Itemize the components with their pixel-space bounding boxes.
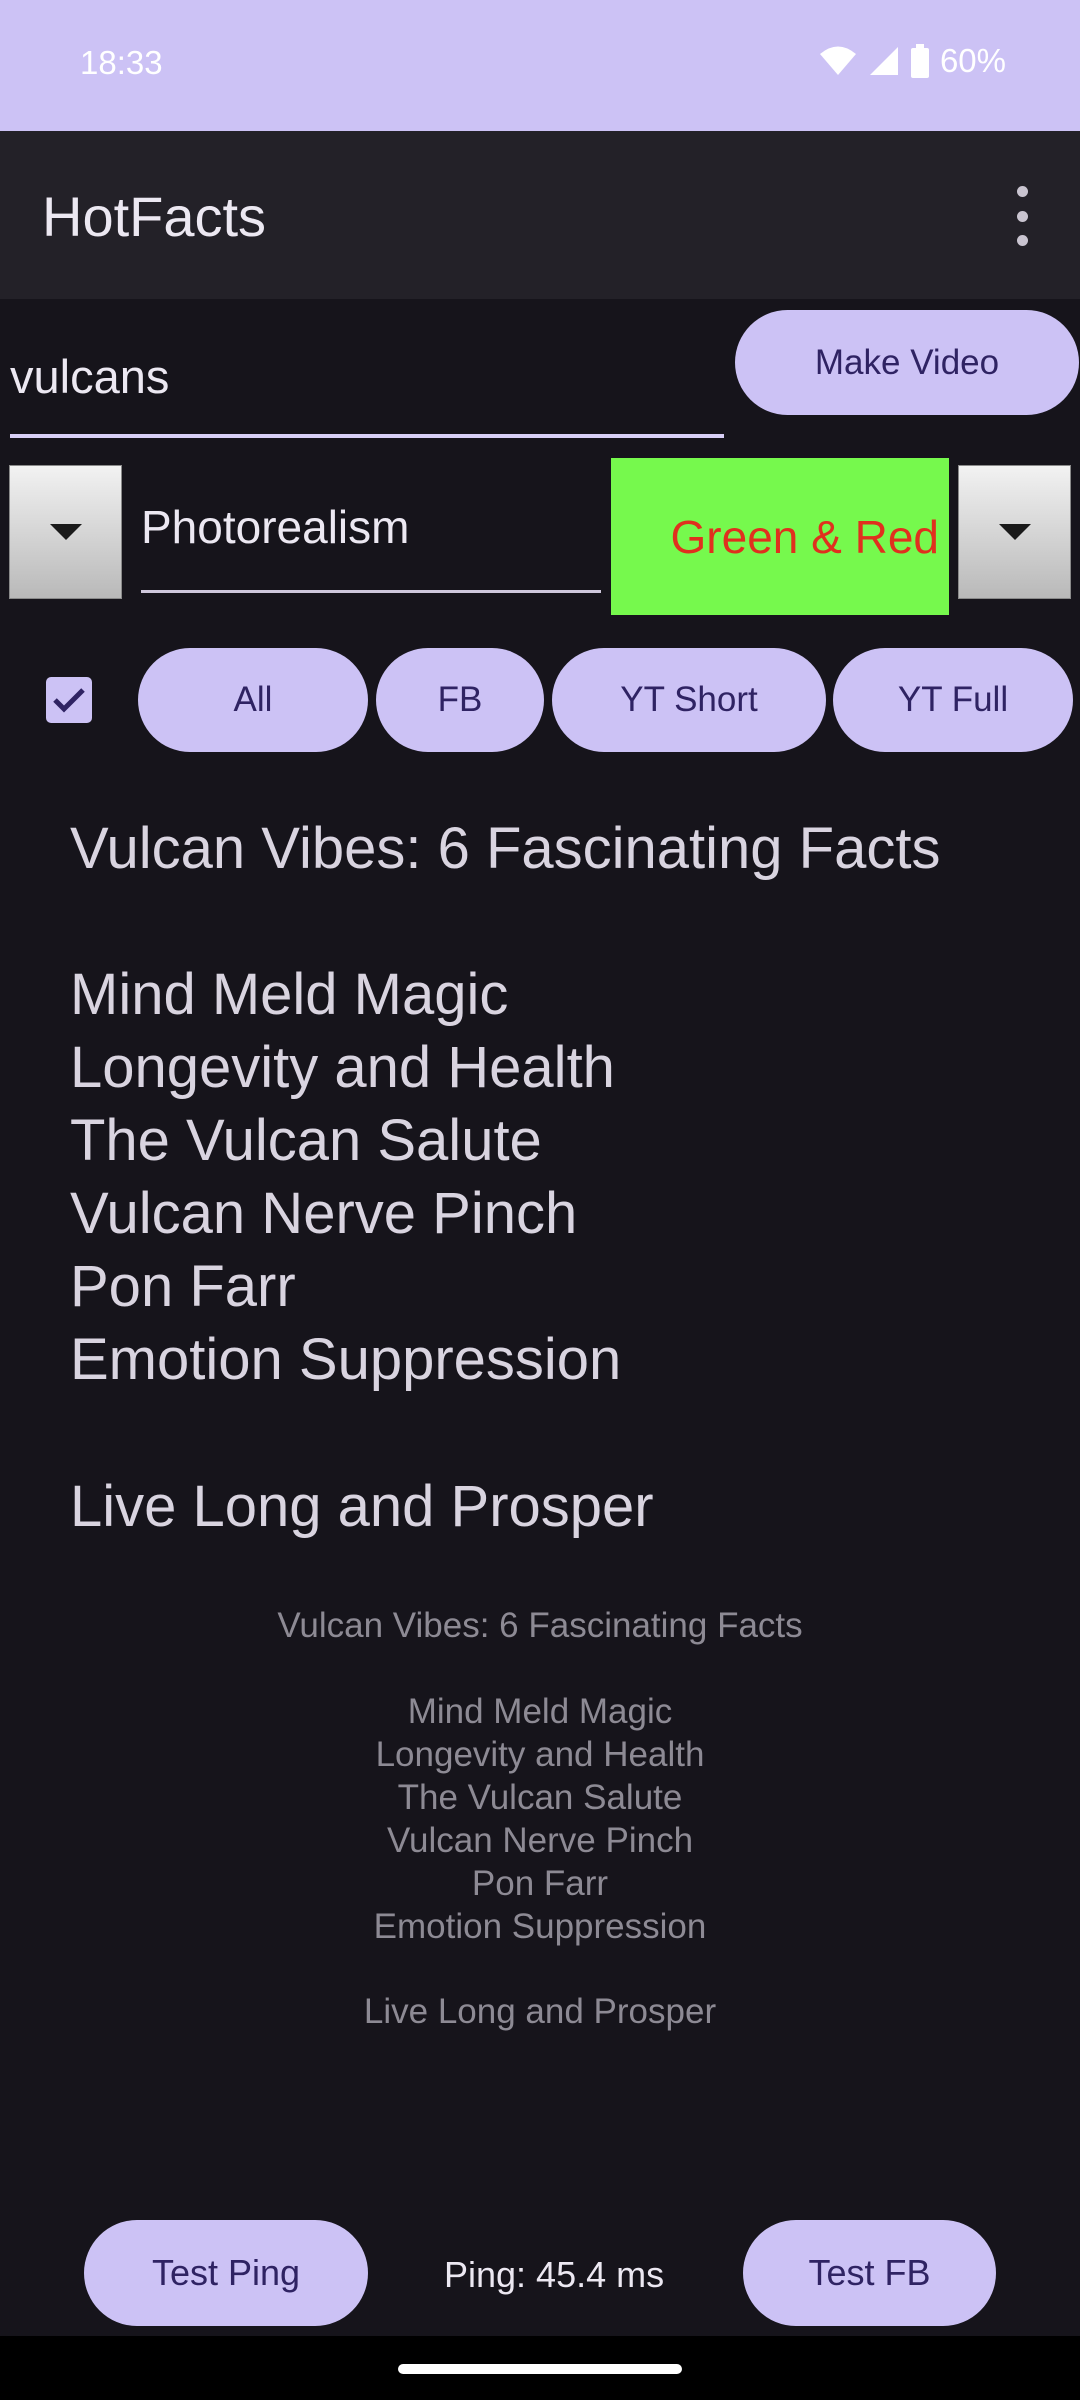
filter-yt-full-button[interactable]: YT Full: [833, 648, 1073, 752]
script-fact: Pon Farr: [70, 1254, 296, 1319]
ping-result: Ping: 45.4 ms: [444, 2254, 665, 2295]
style-field[interactable]: Photorealism: [141, 500, 601, 572]
preview-fact: Pon Farr: [471, 1864, 609, 1903]
preview-fact: The Vulcan Salute: [397, 1778, 683, 1817]
script-fact: Vulcan Nerve Pinch: [70, 1181, 578, 1246]
script-title: Vulcan Vibes: 6 Fascinating Facts: [70, 816, 941, 881]
chevron-down-icon: [998, 524, 1031, 540]
script-fact: Mind Meld Magic: [70, 962, 509, 1027]
status-time: 18:33: [80, 44, 163, 81]
battery-percent: 60%: [939, 42, 1006, 79]
preview-fact: Longevity and Health: [375, 1735, 705, 1774]
signal-icon: [869, 47, 898, 75]
filter-fb-button[interactable]: FB: [376, 648, 544, 752]
script-fact: Emotion Suppression: [70, 1327, 622, 1392]
color-dropdown-button[interactable]: [958, 465, 1071, 599]
check-icon: [53, 688, 85, 713]
color-scheme-display[interactable]: Green & Red: [611, 458, 949, 615]
platform-checkbox[interactable]: [46, 677, 92, 723]
script-facts-list: Mind Meld Magic Longevity and Health The…: [70, 958, 621, 1396]
topic-input-underline: [10, 434, 724, 438]
preview-facts-list: Mind Meld Magic Longevity and Health The…: [0, 1690, 1080, 1948]
test-fb-button[interactable]: Test FB: [743, 2220, 996, 2326]
preview-title: Vulcan Vibes: 6 Fascinating Facts: [277, 1606, 803, 1645]
script-fact: The Vulcan Salute: [70, 1108, 542, 1173]
home-gesture-handle[interactable]: [398, 2364, 682, 2374]
filter-all-button[interactable]: All: [138, 648, 368, 752]
preview-closing: Live Long and Prosper: [363, 1992, 717, 2031]
filter-yt-short-button[interactable]: YT Short: [552, 648, 826, 752]
app-title: HotFacts: [42, 185, 267, 248]
chevron-down-icon: [49, 524, 82, 540]
test-ping-button[interactable]: Test Ping: [84, 2220, 368, 2326]
topic-input[interactable]: [10, 338, 724, 414]
status-icons: 60%: [818, 42, 1006, 80]
script-fact: Longevity and Health: [70, 1035, 615, 1100]
style-field-underline: [141, 590, 601, 593]
battery-icon: [910, 44, 929, 78]
script-closing: Live Long and Prosper: [70, 1474, 654, 1539]
wifi-icon: [819, 46, 856, 75]
preview-fact: Emotion Suppression: [373, 1907, 707, 1946]
overflow-menu-icon[interactable]: [1000, 186, 1044, 246]
preview-fact: Vulcan Nerve Pinch: [386, 1821, 694, 1860]
make-video-button[interactable]: Make Video: [735, 310, 1079, 415]
preview-fact: Mind Meld Magic: [407, 1692, 673, 1731]
style-dropdown-button[interactable]: [9, 465, 122, 599]
